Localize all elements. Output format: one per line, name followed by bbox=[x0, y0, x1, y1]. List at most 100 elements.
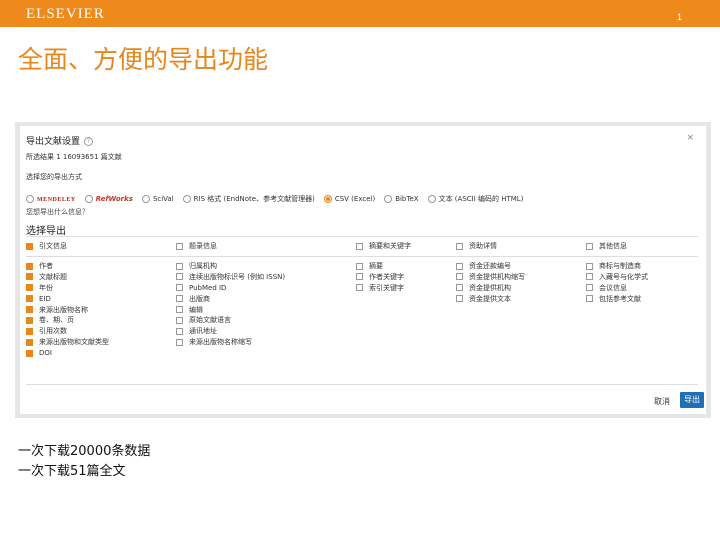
field-option[interactable]: 来源出版物名称缩写 bbox=[176, 337, 285, 348]
field-option[interactable]: 摘要 bbox=[356, 261, 404, 272]
field-option[interactable]: 出版商 bbox=[176, 294, 285, 305]
checkbox[interactable] bbox=[356, 273, 363, 281]
field-option[interactable]: 资金提供文本 bbox=[456, 294, 525, 305]
checkbox[interactable] bbox=[456, 242, 463, 250]
radio-button[interactable] bbox=[141, 195, 150, 203]
checkbox[interactable] bbox=[26, 273, 33, 281]
column-header-label: 其他信息 bbox=[599, 242, 627, 250]
checkbox[interactable] bbox=[176, 316, 183, 324]
format-option[interactable]: BibTeX bbox=[384, 195, 419, 203]
column-header[interactable]: 资助详情 bbox=[456, 241, 497, 251]
checkbox[interactable] bbox=[176, 295, 183, 303]
format-option[interactable]: 文本 (ASCII 编码的 HTML) bbox=[427, 194, 523, 204]
field-label: 资金提供机构 bbox=[469, 283, 511, 292]
export-dialog: 导出文献设置? × 所选结果 1 16093651 篇文献 选择您的导出方式 M… bbox=[20, 126, 706, 414]
checkbox[interactable] bbox=[586, 273, 593, 281]
field-option[interactable]: 商标与制造商 bbox=[586, 261, 648, 272]
column-header[interactable]: 题录信息 bbox=[176, 241, 217, 251]
export-button[interactable]: 导出 bbox=[680, 392, 704, 408]
help-icon[interactable]: ? bbox=[84, 137, 94, 146]
checkbox[interactable] bbox=[26, 316, 33, 324]
radio-button[interactable] bbox=[427, 195, 436, 203]
field-label: 年份 bbox=[39, 283, 53, 292]
field-option[interactable]: 入藏号与化学式 bbox=[586, 272, 648, 283]
checkbox[interactable] bbox=[26, 262, 33, 270]
checkbox[interactable] bbox=[176, 338, 183, 346]
column-header[interactable]: 摘要和关键字 bbox=[356, 241, 411, 251]
checkbox[interactable] bbox=[586, 262, 593, 270]
format-option[interactable]: RefWorks bbox=[84, 195, 133, 203]
field-label: 归属机构 bbox=[189, 262, 217, 270]
checkbox[interactable] bbox=[356, 284, 363, 292]
radio-button[interactable] bbox=[182, 195, 191, 203]
checkbox[interactable] bbox=[586, 284, 593, 292]
column-header-label: 引文信息 bbox=[39, 242, 67, 250]
field-label: 出版商 bbox=[189, 294, 210, 303]
format-option[interactable]: CSV (Excel) bbox=[323, 195, 375, 203]
field-option[interactable]: 包括参考文献 bbox=[586, 294, 648, 305]
field-label: 入藏号与化学式 bbox=[599, 272, 648, 281]
checkbox[interactable] bbox=[356, 262, 363, 270]
checkbox[interactable] bbox=[26, 284, 33, 292]
field-option[interactable]: 资金提供机构缩写 bbox=[456, 272, 525, 283]
field-option[interactable]: 文献标题 bbox=[26, 272, 109, 283]
radio-button[interactable] bbox=[323, 195, 332, 203]
checkbox[interactable] bbox=[456, 295, 463, 303]
page-number: 1 bbox=[676, 12, 682, 22]
field-option[interactable]: 来源出版物和文献类型 bbox=[26, 337, 109, 348]
format-label-text: MENDELEY bbox=[37, 197, 76, 203]
format-option[interactable]: MENDELEY bbox=[26, 195, 76, 203]
checkbox[interactable] bbox=[26, 242, 33, 250]
radio-button[interactable] bbox=[84, 195, 93, 203]
field-option[interactable]: 资金提供机构 bbox=[456, 283, 525, 294]
field-option[interactable]: 索引关键字 bbox=[356, 283, 404, 294]
field-option[interactable]: 原始文献语言 bbox=[176, 315, 285, 326]
checkbox[interactable] bbox=[26, 349, 33, 357]
field-option[interactable]: 编辑 bbox=[176, 305, 285, 316]
checkbox[interactable] bbox=[356, 242, 363, 250]
column-header[interactable]: 其他信息 bbox=[586, 241, 627, 251]
field-list: 摘要 作者关键字 索引关键字 bbox=[356, 261, 404, 294]
field-option[interactable]: 来源出版物名称 bbox=[26, 305, 109, 316]
field-option[interactable]: 通讯地址 bbox=[176, 326, 285, 337]
checkbox[interactable] bbox=[456, 273, 463, 281]
checkbox[interactable] bbox=[26, 295, 33, 303]
checkbox[interactable] bbox=[176, 284, 183, 292]
checkbox[interactable] bbox=[26, 306, 33, 314]
field-option[interactable]: 卷、期、页 bbox=[26, 315, 109, 326]
divider bbox=[26, 236, 698, 237]
field-option[interactable]: 作者关键字 bbox=[356, 272, 404, 283]
format-option[interactable]: SciVal bbox=[141, 195, 174, 203]
field-option[interactable]: EID bbox=[26, 294, 109, 305]
checkbox[interactable] bbox=[176, 327, 183, 335]
close-icon[interactable]: × bbox=[686, 133, 694, 143]
format-option[interactable]: RIS 格式 (EndNote、参考文献管理器) bbox=[182, 194, 315, 204]
cancel-button[interactable]: 取消 bbox=[654, 396, 670, 407]
field-option[interactable]: PubMed ID bbox=[176, 283, 285, 294]
column-header[interactable]: 引文信息 bbox=[26, 241, 67, 251]
checkbox[interactable] bbox=[26, 338, 33, 346]
radio-button[interactable] bbox=[26, 195, 34, 203]
field-option[interactable]: 连续出版物标识号 (例如 ISSN) bbox=[176, 272, 285, 283]
field-option[interactable]: DOI bbox=[26, 348, 109, 359]
fields-hint: 您想导出什么信息？ bbox=[26, 208, 89, 216]
checkbox[interactable] bbox=[176, 306, 183, 314]
checkbox[interactable] bbox=[176, 262, 183, 270]
field-option[interactable]: 引用次数 bbox=[26, 326, 109, 337]
checkbox[interactable] bbox=[26, 327, 33, 335]
checkbox[interactable] bbox=[456, 284, 463, 292]
checkbox[interactable] bbox=[586, 242, 593, 250]
field-option[interactable]: 作者 bbox=[26, 261, 109, 272]
field-option[interactable]: 归属机构 bbox=[176, 261, 285, 272]
checkbox[interactable] bbox=[176, 242, 183, 250]
dialog-title: 导出文献设置? bbox=[26, 134, 94, 147]
field-option[interactable]: 年份 bbox=[26, 283, 109, 294]
radio-button[interactable] bbox=[384, 195, 393, 203]
checkbox[interactable] bbox=[456, 262, 463, 270]
field-option[interactable]: 资金还款编号 bbox=[456, 261, 525, 272]
checkbox[interactable] bbox=[586, 295, 593, 303]
field-label: DOI bbox=[39, 349, 52, 358]
elsevier-logo: ELSEVIER bbox=[26, 6, 105, 22]
field-option[interactable]: 会议信息 bbox=[586, 283, 648, 294]
checkbox[interactable] bbox=[176, 273, 183, 281]
